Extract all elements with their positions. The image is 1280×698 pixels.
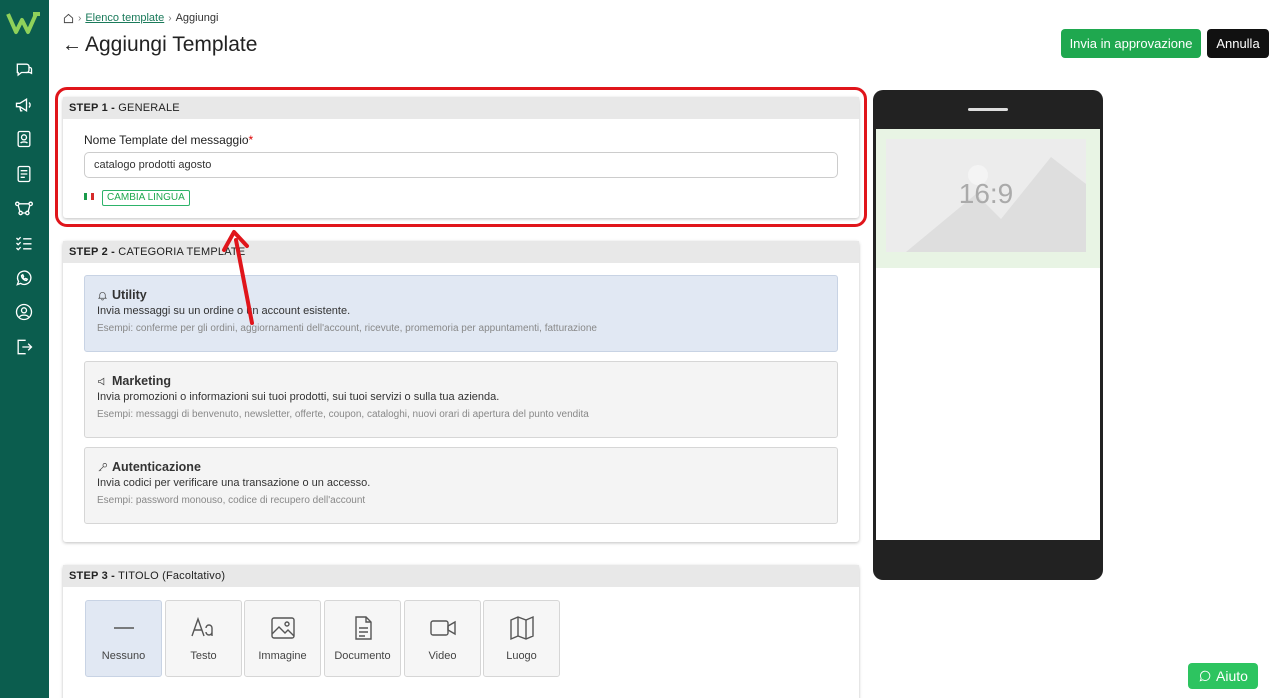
page-title: ← Aggiungi Template — [62, 33, 257, 57]
key-icon — [98, 462, 107, 471]
bell-icon — [98, 291, 107, 300]
header-type-label: Immagine — [258, 650, 307, 662]
contacts-icon[interactable] — [12, 127, 36, 151]
checklist-icon[interactable] — [12, 231, 36, 255]
chevron-right-icon: › — [78, 12, 82, 24]
header-type-video[interactable]: Video — [404, 600, 481, 677]
category-utility[interactable]: Utility Invia messaggi su un ordine o un… — [84, 275, 838, 352]
logo-icon[interactable] — [6, 10, 42, 36]
sidebar — [0, 0, 49, 698]
header-type-label: Documento — [334, 650, 391, 662]
megaphone-icon — [98, 377, 105, 385]
page-title-text: Aggiungi Template — [85, 33, 258, 56]
category-title-text: Autenticazione — [112, 460, 201, 474]
cancel-button[interactable]: Annulla — [1207, 29, 1269, 58]
whatsapp-icon[interactable] — [12, 266, 36, 290]
breadcrumb-current: Aggiungi — [175, 12, 219, 24]
step3-header: STEP 3 - TITOLO (Facoltativo) — [63, 565, 859, 587]
document-icon — [355, 616, 372, 640]
category-title-text: Marketing — [112, 374, 172, 388]
step3-number: STEP 3 - — [69, 570, 116, 582]
header-type-document[interactable]: Documento — [324, 600, 401, 677]
text-icon — [191, 616, 213, 637]
category-title-text: Utility — [112, 288, 147, 302]
home-icon[interactable] — [63, 13, 74, 24]
megaphone-icon[interactable] — [12, 93, 36, 117]
aspect-ratio-label: 16:9 — [958, 178, 1014, 209]
step3-title: TITOLO (Facoltativo) — [118, 570, 226, 582]
header-type-none[interactable]: Nessuno — [85, 600, 162, 677]
chevron-right-icon: › — [168, 12, 172, 24]
user-circle-icon[interactable] — [12, 300, 36, 324]
header-type-label: Nessuno — [101, 650, 146, 662]
category-description: Invia messaggi su un ordine o un account… — [97, 305, 351, 317]
message-bubble: 16:9 — [876, 129, 1100, 268]
header-type-label: Video — [428, 650, 457, 662]
flow-icon[interactable] — [12, 196, 36, 220]
annotation-arrow-icon — [222, 230, 254, 325]
breadcrumb: › Elenco template › Aggiungi — [63, 12, 218, 24]
help-label: Aiuto — [1216, 668, 1248, 684]
image-icon — [271, 617, 295, 639]
step1-highlight-annotation — [55, 87, 867, 227]
map-icon — [510, 615, 534, 641]
category-examples: Esempi: password monouso, codice di recu… — [97, 495, 366, 506]
category-description: Invia promozioni o informazioni sui tuoi… — [97, 391, 500, 403]
category-examples: Esempi: messaggi di benvenuto, newslette… — [97, 409, 589, 420]
phone-notch — [968, 108, 1008, 111]
category-authentication-title: Autenticazione — [97, 460, 825, 474]
dash-icon — [114, 627, 134, 629]
category-marketing-title: Marketing — [97, 374, 825, 388]
whatsapp-icon — [1199, 670, 1211, 682]
category-authentication[interactable]: Autenticazione Invia codici per verifica… — [84, 447, 838, 524]
phone-screen: 16:9 — [876, 129, 1100, 540]
header-type-text[interactable]: Testo — [165, 600, 242, 677]
step2-header: STEP 2 - CATEGORIA TEMPLATE — [63, 241, 859, 263]
header-type-location[interactable]: Luogo — [483, 600, 560, 677]
phone-preview: 16:9 — [873, 90, 1103, 580]
send-for-approval-button[interactable]: Invia in approvazione — [1061, 29, 1201, 58]
step2-number: STEP 2 - — [69, 246, 116, 258]
chat-icon[interactable] — [12, 58, 36, 82]
document-icon[interactable] — [12, 162, 36, 186]
video-camera-icon — [430, 620, 456, 636]
header-type-label: Testo — [190, 650, 217, 662]
back-arrow-icon[interactable]: ← — [62, 34, 82, 57]
header-type-label: Luogo — [506, 650, 537, 662]
media-placeholder: 16:9 — [886, 139, 1086, 252]
step3-card: STEP 3 - TITOLO (Facoltativo) Nessuno Te… — [63, 565, 859, 698]
breadcrumb-template-list-link[interactable]: Elenco template — [85, 12, 164, 24]
category-marketing[interactable]: Marketing Invia promozioni o informazion… — [84, 361, 838, 438]
category-examples: Esempi: conferme per gli ordini, aggiorn… — [97, 323, 597, 334]
category-description: Invia codici per verificare una transazi… — [97, 477, 371, 489]
header-type-image[interactable]: Immagine — [244, 600, 321, 677]
category-utility-title: Utility — [97, 288, 825, 302]
logout-icon[interactable] — [12, 335, 36, 359]
help-button[interactable]: Aiuto — [1188, 663, 1258, 689]
step2-card: STEP 2 - CATEGORIA TEMPLATE Utility Invi… — [63, 241, 859, 542]
